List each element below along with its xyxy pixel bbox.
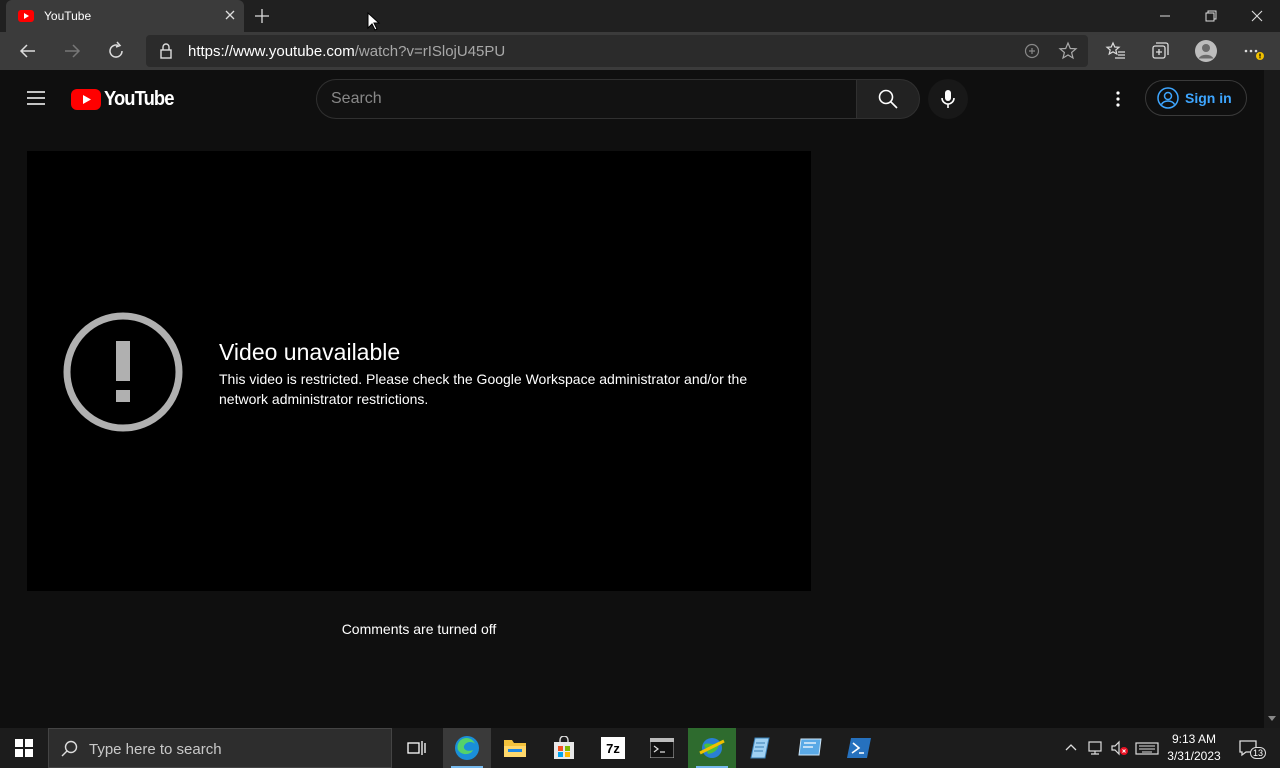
store-bag-icon [554, 736, 574, 759]
minimize-window-icon[interactable] [1155, 6, 1175, 26]
folder-icon [504, 740, 526, 757]
taskbar-7zip[interactable]: 7z [589, 728, 637, 768]
forward-arrow-icon[interactable] [61, 40, 83, 62]
taskbar-search-box[interactable]: Type here to search [48, 728, 392, 768]
microphone-icon [941, 90, 955, 108]
more-options-icon[interactable] [1108, 88, 1128, 110]
video-player[interactable]: Video unavailable This video is restrict… [27, 151, 811, 591]
close-window-icon[interactable] [1247, 6, 1267, 26]
notepad-icon [750, 737, 770, 759]
youtube-play-logo-icon [71, 89, 101, 110]
task-view-icon [407, 741, 426, 755]
clock-date: 3/31/2023 [1167, 749, 1221, 763]
svg-text:7z: 7z [606, 741, 620, 756]
tab-title: YouTube [44, 9, 92, 23]
edge-browser-icon [455, 736, 479, 760]
address-bar[interactable]: https://www.youtube.com/watch?v=rISlojU4… [146, 35, 1088, 67]
search-input[interactable] [331, 88, 831, 110]
search-button[interactable] [856, 79, 920, 119]
restore-window-icon[interactable] [1201, 6, 1221, 26]
back-arrow-icon[interactable] [17, 40, 39, 62]
sign-in-label: Sign in [1185, 90, 1232, 106]
taskbar-file-explorer[interactable] [491, 728, 539, 768]
account-circle-icon [1157, 87, 1179, 109]
youtube-masthead: YouTube Sign in [0, 70, 1264, 126]
browser-tab-strip: YouTube [0, 0, 1280, 32]
command-prompt-icon [650, 738, 674, 758]
notification-count: 13 [1250, 747, 1267, 759]
taskbar-notepad-app[interactable] [737, 728, 785, 768]
network-globe-icon [699, 738, 725, 758]
url-host: https://www.youtube.com [188, 43, 355, 60]
taskbar-edge[interactable] [443, 728, 491, 768]
search-box[interactable] [316, 79, 856, 119]
taskbar-clock[interactable]: 9:13 AM 3/31/2023 [1160, 731, 1228, 765]
profile-avatar-icon[interactable] [1194, 39, 1218, 63]
show-hidden-icons-icon[interactable] [1061, 738, 1081, 758]
browser-toolbar: https://www.youtube.com/watch?v=rISlojU4… [0, 32, 1280, 70]
taskbar-store[interactable] [540, 728, 588, 768]
remote-desktop-icon [798, 738, 822, 756]
taskbar-terminal[interactable] [638, 728, 686, 768]
collections-icon[interactable] [1149, 40, 1171, 62]
taskbar-search-placeholder: Type here to search [89, 741, 222, 758]
powershell-icon [847, 738, 871, 758]
error-title: Video unavailable [219, 339, 401, 365]
start-button[interactable] [0, 728, 48, 768]
keyboard-icon[interactable] [1135, 738, 1159, 758]
new-tab-icon[interactable] [252, 6, 272, 26]
search-icon [878, 89, 898, 109]
url-path: /watch?v=rISlojU45PU [354, 43, 506, 60]
network-status-icon[interactable] [1086, 738, 1106, 758]
clock-time: 9:13 AM [1171, 732, 1217, 746]
favorites-list-icon[interactable] [1105, 40, 1127, 62]
windows-logo-icon [15, 739, 33, 757]
error-message: This video is restricted. Please check t… [219, 371, 748, 407]
youtube-favicon-icon [18, 10, 34, 22]
exclamation-error-icon [63, 312, 183, 432]
settings-more-icon[interactable] [1242, 40, 1264, 62]
mouse-cursor-icon [367, 12, 381, 31]
sign-in-button[interactable]: Sign in [1145, 80, 1247, 116]
volume-muted-icon[interactable] [1109, 738, 1129, 758]
taskbar-remote-app[interactable] [786, 728, 834, 768]
tab-close-icon[interactable] [222, 7, 238, 23]
taskbar-powershell[interactable] [835, 728, 883, 768]
action-center-button[interactable]: 13 [1236, 736, 1267, 760]
favorite-star-icon[interactable] [1057, 40, 1079, 62]
voice-search-button[interactable] [928, 79, 968, 119]
lock-icon[interactable] [158, 42, 174, 60]
page-scrollbar[interactable] [1264, 70, 1280, 728]
taskbar-network-app[interactable] [688, 728, 736, 768]
browser-tab-youtube[interactable]: YouTube [6, 0, 244, 32]
windows-taskbar: Type here to search 7z 9:13 AM 3/31/2023… [0, 728, 1280, 768]
scroll-down-arrow-icon[interactable] [1264, 712, 1280, 726]
7zip-icon: 7z [601, 737, 625, 759]
refresh-icon[interactable] [105, 40, 127, 62]
comments-status: Comments are turned off [341, 621, 497, 637]
add-app-icon[interactable] [1021, 40, 1043, 62]
search-icon [61, 740, 78, 757]
youtube-wordmark: YouTube [104, 88, 174, 110]
url-text[interactable]: https://www.youtube.com/watch?v=rISlojU4… [188, 43, 505, 60]
hamburger-menu-icon[interactable] [24, 88, 48, 108]
task-view-button[interactable] [392, 728, 440, 768]
